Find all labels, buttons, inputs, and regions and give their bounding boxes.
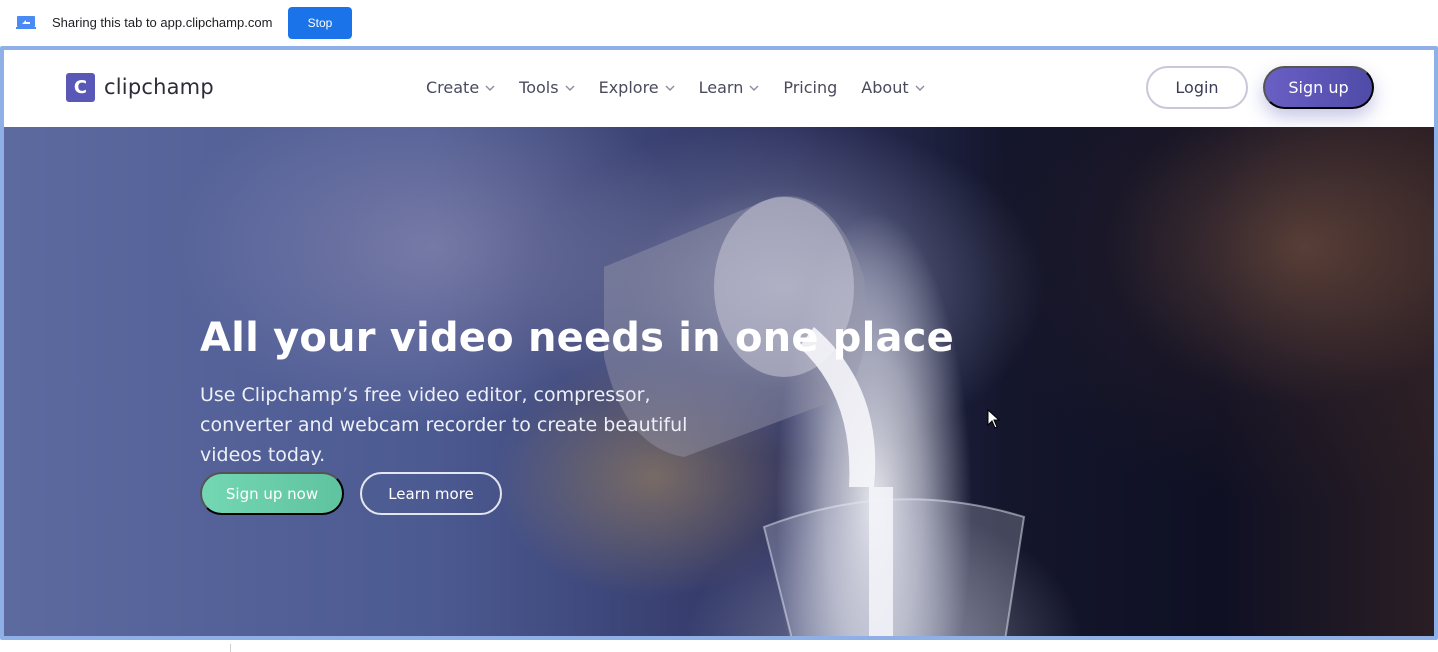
hero-title: All your video needs in one place [200, 315, 954, 361]
clipchamp-logo-icon[interactable]: C [66, 73, 95, 102]
mouse-cursor-icon [987, 409, 1001, 429]
tab-sharing-bar: Sharing this tab to app.clipchamp.com St… [0, 0, 1438, 46]
sharing-status-text: Sharing this tab to app.clipchamp.com [52, 15, 273, 30]
page-bottom-strip [0, 640, 1438, 652]
nav-label: Create [426, 78, 480, 97]
nav-item-learn[interactable]: Learn [699, 78, 760, 97]
hero-subtitle: Use Clipchamp’s free video editor, compr… [200, 384, 688, 466]
nav-item-about[interactable]: About [861, 78, 925, 97]
site-header: C clipchamp Create Tools Explore Learn P… [4, 50, 1434, 127]
shared-tab-frame: C clipchamp Create Tools Explore Learn P… [0, 46, 1438, 640]
chevron-down-icon [915, 83, 925, 93]
glass-image [762, 487, 1026, 636]
learn-more-button[interactable]: Learn more [360, 472, 502, 515]
chevron-down-icon [665, 83, 675, 93]
chevron-down-icon [565, 83, 575, 93]
nav-label: About [861, 78, 909, 97]
nav-item-tools[interactable]: Tools [519, 78, 575, 97]
hero-section: All your video needs in one place Use Cl… [4, 127, 1434, 636]
signup-button[interactable]: Sign up [1263, 66, 1374, 109]
nav-label: Explore [598, 78, 659, 97]
login-button[interactable]: Login [1146, 66, 1248, 109]
sign-up-now-button[interactable]: Sign up now [200, 472, 344, 515]
divider [230, 644, 231, 652]
clipchamp-logo-text[interactable]: clipchamp [104, 75, 214, 99]
nav-label: Learn [698, 78, 744, 97]
stop-sharing-button[interactable]: Stop [288, 7, 352, 39]
nav-item-pricing[interactable]: Pricing [783, 78, 837, 97]
nav-item-create[interactable]: Create [426, 78, 495, 97]
main-nav: Create Tools Explore Learn Pricing About [426, 78, 949, 97]
chevron-down-icon [749, 83, 759, 93]
screen-share-icon [16, 15, 36, 29]
nav-label: Tools [519, 78, 559, 97]
nav-label: Pricing [783, 78, 838, 97]
chevron-down-icon [485, 83, 495, 93]
nav-item-explore[interactable]: Explore [599, 78, 675, 97]
